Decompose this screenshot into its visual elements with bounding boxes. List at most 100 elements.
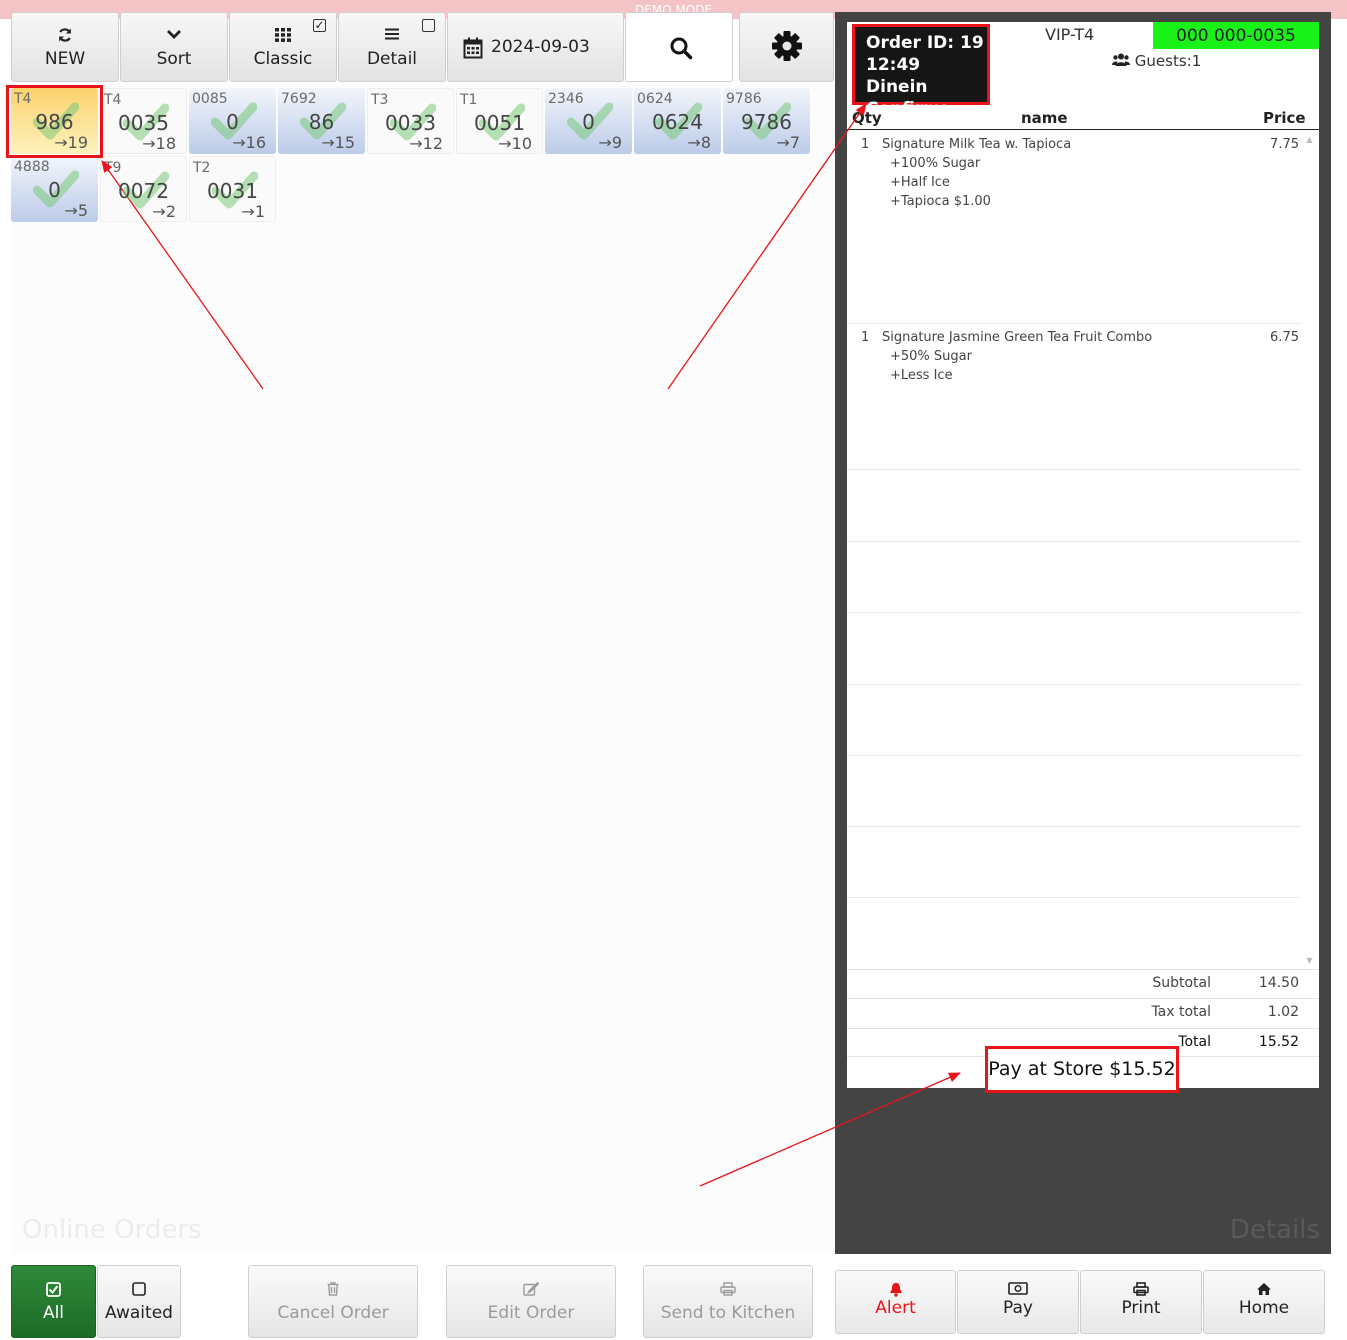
- classic-button-label: Classic: [253, 49, 313, 69]
- tile-confirm-code: 9786: [741, 110, 792, 134]
- classic-view-button[interactable]: ✓ Classic: [229, 12, 337, 82]
- tile-confirm-code: 0072: [118, 179, 169, 203]
- users-icon: [1112, 52, 1135, 70]
- home-button[interactable]: Home: [1203, 1270, 1325, 1334]
- item-price: 6.75: [1270, 330, 1299, 345]
- order-tile[interactable]: T9 0072 →2: [100, 156, 187, 222]
- tax-label: Tax total: [1151, 1004, 1211, 1020]
- item-modifier: +Less Ice: [890, 368, 953, 383]
- guest-count: Guests:1: [1112, 52, 1201, 70]
- order-item[interactable]: 1 Signature Milk Tea w. Tapioca 7.75 +10…: [847, 133, 1301, 324]
- tile-order-number-value: 10: [511, 134, 532, 153]
- tile-order-number: →8: [687, 133, 711, 152]
- arrow-right-icon: →: [64, 201, 78, 220]
- tile-confirm-code: 0031: [207, 179, 258, 203]
- order-tile[interactable]: 2346 0 →9: [545, 88, 632, 154]
- sort-button-label: Sort: [156, 49, 192, 69]
- order-tile[interactable]: T4 0035 →18: [100, 88, 187, 154]
- empty-item-row: [847, 827, 1301, 898]
- item-modifier: +50% Sugar: [890, 349, 972, 364]
- tile-confirm-code: 986: [35, 110, 74, 134]
- date-value: 2024-09-03: [491, 37, 590, 57]
- arrow-right-icon: →: [232, 133, 246, 152]
- tile-confirm-code: 0: [48, 178, 61, 202]
- tax-row: Tax total 1.02: [847, 998, 1319, 1027]
- search-icon: [669, 36, 693, 65]
- tile-order-number-value: 2: [165, 202, 176, 221]
- arrow-right-icon: →: [498, 134, 512, 153]
- detail-view-button[interactable]: Detail: [338, 12, 446, 82]
- order-tile[interactable]: T2 0031 →1: [189, 156, 276, 222]
- pay-button[interactable]: Pay: [957, 1270, 1079, 1334]
- subtotal-row: Subtotal 14.50: [847, 969, 1319, 998]
- pay-at-store-status: Pay at Store $15.52: [985, 1046, 1179, 1093]
- chevron-down-icon: [121, 27, 227, 45]
- empty-item-row: [847, 898, 1301, 969]
- item-qty: 1: [861, 137, 870, 152]
- print-label: Print: [1121, 1298, 1161, 1318]
- alert-button[interactable]: Alert: [835, 1270, 956, 1334]
- date-picker-button[interactable]: 2024-09-03: [447, 12, 624, 82]
- tile-order-number-value: 19: [67, 133, 88, 152]
- tile-confirm-code: 0033: [385, 111, 436, 135]
- search-button[interactable]: [625, 12, 733, 82]
- detail-checkbox[interactable]: [422, 19, 435, 32]
- refresh-icon: [12, 27, 118, 47]
- arrow-right-icon: →: [321, 133, 335, 152]
- print-button[interactable]: Print: [1080, 1270, 1202, 1334]
- arrow-right-icon: →: [409, 134, 423, 153]
- order-tile[interactable]: T1 0051 →10: [456, 88, 543, 154]
- tile-confirm-code: 86: [308, 110, 335, 134]
- subtotal-label: Subtotal: [1152, 975, 1211, 991]
- empty-item-row: [847, 756, 1301, 827]
- order-tile[interactable]: 4888 0 →5: [11, 156, 98, 222]
- tile-confirm-code: 0: [582, 110, 595, 134]
- phone-number: 000 000-0035: [1153, 22, 1319, 49]
- guest-count-label: Guests:1: [1134, 52, 1202, 70]
- filter-all-button[interactable]: All: [11, 1265, 96, 1338]
- tile-order-number-value: 7: [789, 133, 800, 152]
- orders-panel: Online Orders: [11, 84, 834, 1254]
- tile-confirm-code: 0624: [652, 110, 703, 134]
- tile-order-number-value: 15: [334, 133, 355, 152]
- new-button[interactable]: NEW: [11, 12, 119, 82]
- arrow-right-icon: →: [687, 133, 701, 152]
- tile-tag: T4: [104, 92, 122, 108]
- tile-order-number: →7: [776, 133, 800, 152]
- filter-awaited-label: Awaited: [105, 1303, 173, 1323]
- order-tile[interactable]: 7692 86 →15: [278, 88, 365, 154]
- cancel-order-button[interactable]: Cancel Order: [248, 1265, 418, 1338]
- printer-icon: [1081, 1282, 1201, 1299]
- order-item[interactable]: 1 Signature Jasmine Green Tea Fruit Comb…: [847, 326, 1301, 470]
- filter-awaited-button[interactable]: Awaited: [97, 1265, 181, 1338]
- order-tile[interactable]: 9786 9786 →7: [723, 88, 810, 154]
- order-tile[interactable]: 0085 0 →16: [189, 88, 276, 154]
- total-value: 15.52: [1258, 1034, 1299, 1050]
- trash-icon: [249, 1282, 417, 1299]
- detail-button-label: Detail: [366, 49, 418, 69]
- sort-button[interactable]: Sort: [120, 12, 228, 82]
- order-tile[interactable]: 0624 0624 →8: [634, 88, 721, 154]
- settings-button[interactable]: [739, 12, 834, 82]
- arrow-right-icon: →: [152, 202, 166, 221]
- items-scrollbar[interactable]: ▲ ▼: [1303, 133, 1316, 967]
- tile-order-number-value: 1: [254, 202, 265, 221]
- order-tile[interactable]: T3 0033 →12: [367, 88, 454, 154]
- tile-order-number-value: 5: [77, 201, 88, 220]
- tile-tag: T3: [371, 92, 389, 108]
- classic-checkbox[interactable]: ✓: [313, 19, 326, 32]
- arrow-right-icon: →: [776, 133, 790, 152]
- scroll-up-icon[interactable]: ▲: [1303, 135, 1316, 144]
- send-to-kitchen-button[interactable]: Send to Kitchen: [643, 1265, 813, 1338]
- edit-order-button[interactable]: Edit Order: [446, 1265, 616, 1338]
- tile-order-number: →18: [142, 134, 176, 153]
- empty-item-row: [847, 542, 1301, 613]
- tile-confirm-code: 0051: [474, 111, 525, 135]
- tile-order-number: →1: [241, 202, 265, 221]
- scroll-down-icon[interactable]: ▼: [1303, 956, 1316, 965]
- tile-tag: T2: [193, 160, 211, 176]
- tile-order-number: →10: [498, 134, 532, 153]
- item-modifier: +100% Sugar: [890, 156, 981, 171]
- checkbox-empty-icon: [98, 1282, 180, 1299]
- tile-order-number: →15: [321, 133, 355, 152]
